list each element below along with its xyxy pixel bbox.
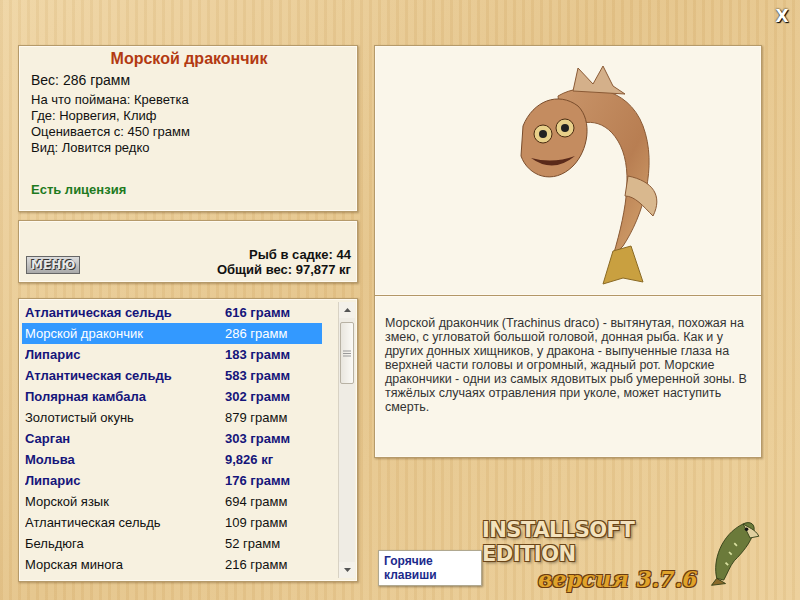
pike-logo-icon: [708, 512, 762, 592]
catch-weight: 879 грамм: [225, 410, 322, 425]
catch-weight: 183 грамм: [225, 347, 322, 362]
fish-picture: [374, 45, 762, 296]
catch-row[interactable]: Морская минога216 грамм: [22, 554, 322, 575]
catch-row[interactable]: Полярная камбала302 грамм: [22, 386, 322, 407]
catch-row[interactable]: Морской дракончик286 грамм: [22, 323, 322, 344]
catch-row[interactable]: Сарган303 грамм: [22, 428, 322, 449]
catch-weight: 303 грамм: [225, 431, 322, 446]
catch-row[interactable]: Липарис176 грамм: [22, 470, 322, 491]
catch-weight: 176 грамм: [225, 473, 322, 488]
catch-screen: X Морской дракончик Вес: 286 грамм На что п…: [0, 0, 800, 600]
catch-row[interactable]: Липарис183 грамм: [22, 344, 322, 365]
fish-info-panel: Морской дракончик Вес: 286 грамм На что по…: [18, 45, 358, 212]
logo-version: версия 3.7.6: [538, 566, 698, 592]
catch-name: Липарис: [25, 347, 225, 362]
fish-detail: Вид: Ловится редко: [31, 140, 347, 156]
fish-detail: На что поймана: Креветка: [31, 92, 347, 108]
catch-weight: 302 грамм: [225, 389, 322, 404]
hotkeys-button[interactable]: Горячие клавиши: [378, 550, 482, 586]
catch-list: Атлантическая сельдь616 граммМорской дра…: [18, 298, 358, 582]
catch-name: Атлантическая сельдь: [25, 305, 225, 320]
catch-row[interactable]: Атлантическая сельдь616 грамм: [22, 302, 322, 323]
catch-weight: 694 грамм: [225, 494, 322, 509]
arrow-down-icon: [344, 568, 351, 572]
catch-row[interactable]: Атлантическая сельдь583 грамм: [22, 365, 322, 386]
logo-text: INSTALLSOFT EDITIONверсия 3.7.6: [482, 518, 704, 592]
catch-weight: 286 грамм: [225, 326, 322, 341]
catch-weight: 52 грамм: [225, 536, 322, 551]
close-button[interactable]: X: [772, 6, 792, 26]
cage-panel: МЕНЮ Рыб в садке: 44Общий вес: 97,877 кг: [18, 220, 358, 283]
fish-detail: Где: Норвегия, Клиф: [31, 108, 347, 124]
top-bar: X: [0, 0, 800, 45]
scroll-down-button[interactable]: [339, 562, 355, 578]
footer: Горячие клавишиINSTALLSOFT EDITIONверсия…: [374, 458, 762, 600]
catch-rows: Атлантическая сельдь616 граммМорской дра…: [22, 302, 338, 578]
catch-name: Полярная камбала: [25, 389, 225, 404]
catch-name: Морской дракончик: [25, 326, 225, 341]
fish-weight: Вес: 286 грамм: [31, 72, 347, 88]
content: Морской дракончик Вес: 286 грамм На что по…: [0, 45, 800, 600]
catch-row[interactable]: Атлантическая сельдь109 грамм: [22, 512, 322, 533]
scrollbar[interactable]: [338, 302, 355, 578]
catch-name: Морская минога: [25, 557, 225, 572]
edition-logo: INSTALLSOFT EDITIONверсия 3.7.6: [482, 512, 762, 592]
scroll-up-button[interactable]: [339, 302, 355, 318]
catch-weight: 9,826 кг: [225, 452, 322, 467]
catch-name: Атлантическая сельдь: [25, 515, 225, 530]
left-column: Морской дракончик Вес: 286 грамм На что по…: [18, 45, 358, 600]
catch-weight: 216 грамм: [225, 557, 322, 572]
catch-row[interactable]: Мольва9,826 кг: [22, 449, 322, 470]
grip-icon: [343, 350, 351, 357]
fish-illustration: [453, 56, 683, 286]
catch-name: Липарис: [25, 473, 225, 488]
menu-button[interactable]: МЕНЮ: [26, 256, 80, 274]
arrow-up-icon: [344, 308, 351, 312]
catch-row[interactable]: Золотистый окунь879 грамм: [22, 407, 322, 428]
total-weight: Общий вес: 97,877 кг: [217, 262, 351, 277]
catch-row[interactable]: Бельдюга52 грамм: [22, 533, 322, 554]
fish-description: Морской дракончик (Trachinus draco) - вы…: [374, 296, 762, 458]
catch-name: Сарган: [25, 431, 225, 446]
catch-weight: 583 грамм: [225, 368, 322, 383]
right-column: Морской дракончик (Trachinus draco) - вы…: [374, 45, 762, 600]
catch-name: Золотистый окунь: [25, 410, 225, 425]
catch-weight: 616 грамм: [225, 305, 322, 320]
catch-row[interactable]: Морской язык694 грамм: [22, 491, 322, 512]
catch-weight: 109 грамм: [225, 515, 322, 530]
scroll-thumb[interactable]: [340, 322, 354, 384]
license-status: Есть лицензия: [31, 182, 347, 197]
cage-stats: Рыб в садке: 44Общий вес: 97,877 кг: [217, 247, 351, 277]
fish-detail: Оценивается с: 450 грамм: [31, 124, 347, 140]
fish-title: Морской дракончик: [31, 50, 347, 68]
fish-count: Рыб в садке: 44: [217, 247, 351, 262]
catch-name: Морской язык: [25, 494, 225, 509]
catch-name: Бельдюга: [25, 536, 225, 551]
catch-name: Атлантическая сельдь: [25, 368, 225, 383]
logo-title: INSTALLSOFT EDITION: [482, 518, 704, 566]
catch-name: Мольва: [25, 452, 225, 467]
